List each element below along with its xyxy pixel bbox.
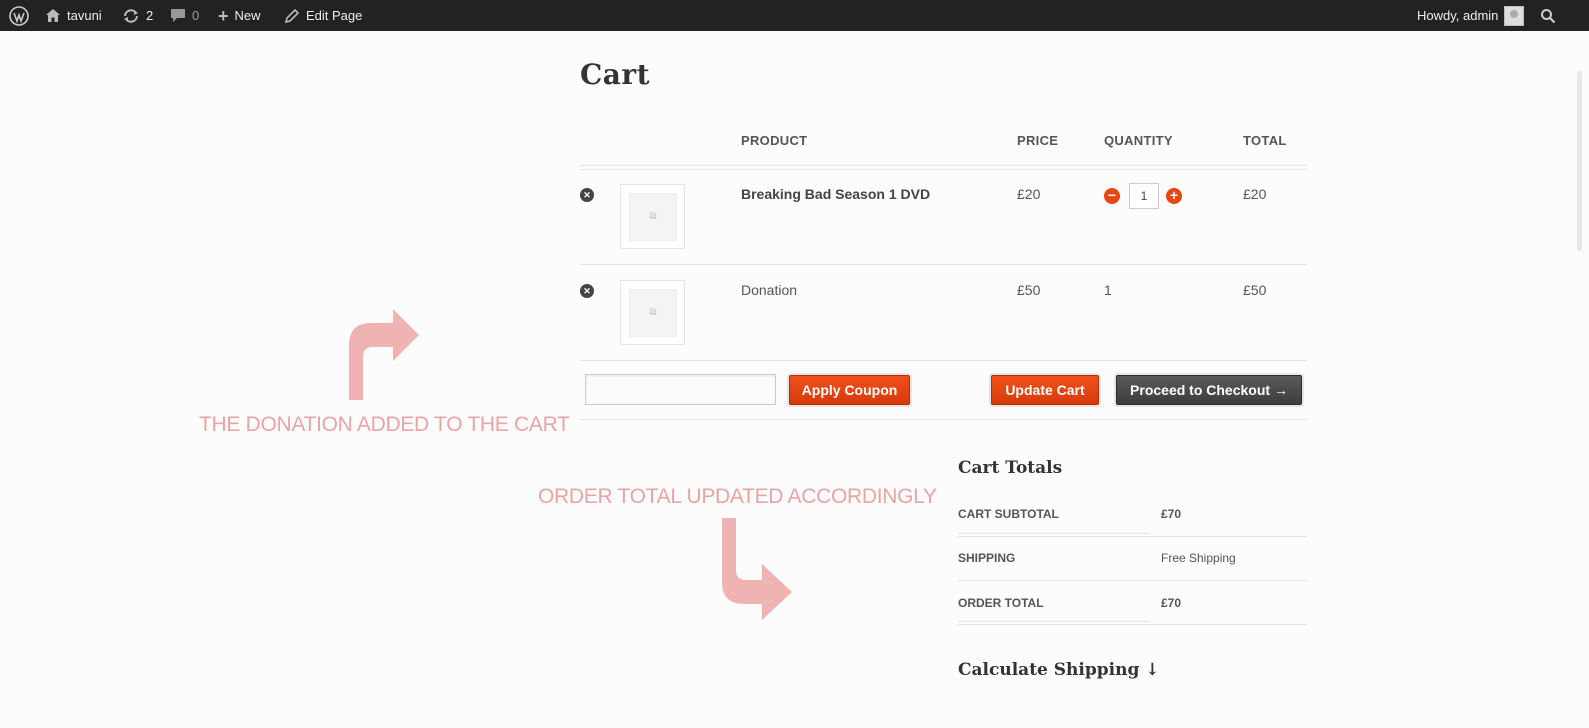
quantity-input[interactable]: 1: [1129, 183, 1159, 209]
home-icon: [45, 8, 61, 23]
admin-bar: tavuni 2 0 + New Edit Page Howdy, admin: [0, 0, 1589, 31]
new-content-link[interactable]: + New: [218, 0, 261, 31]
column-header-product: PRODUCT: [741, 133, 808, 148]
account-menu[interactable]: Howdy, admin: [1417, 0, 1525, 31]
edit-page-label: Edit Page: [306, 8, 363, 23]
divider: [580, 419, 1307, 420]
scrollbar-thumb[interactable]: [1577, 71, 1582, 251]
arrow-up-right-icon: [349, 309, 419, 400]
divider: [958, 536, 1307, 537]
apply-coupon-button[interactable]: Apply Coupon: [789, 375, 910, 405]
totals-value: £70: [1161, 507, 1182, 521]
increase-quantity-button[interactable]: +: [1166, 188, 1182, 204]
site-name-label: tavuni: [67, 8, 102, 23]
divider: [580, 169, 1307, 170]
plus-icon: +: [218, 5, 229, 26]
proceed-to-checkout-button[interactable]: Proceed to Checkout →: [1116, 375, 1302, 405]
updates-link[interactable]: 2: [122, 0, 153, 31]
divider: [580, 264, 1307, 265]
edit-page-link[interactable]: Edit Page: [284, 0, 362, 31]
divider: [958, 624, 1307, 625]
greeting-label: Howdy, admin: [1417, 8, 1499, 23]
arrow-down-right-icon: [722, 518, 792, 620]
calculate-shipping-link[interactable]: Calculate Shipping ↓: [958, 660, 1160, 680]
totals-value: £70: [1161, 596, 1182, 610]
column-header-price: PRICE: [1017, 133, 1059, 148]
remove-item-button[interactable]: ✕: [580, 284, 594, 298]
product-thumbnail[interactable]: ⧉: [620, 280, 685, 345]
page-title: Cart: [580, 58, 651, 91]
image-placeholder-icon: ⧉: [629, 289, 677, 337]
divider: [958, 580, 1307, 581]
site-name-link[interactable]: tavuni: [45, 0, 102, 31]
divider: [958, 533, 1150, 534]
pencil-icon: [284, 8, 300, 24]
new-label: New: [234, 8, 261, 23]
quantity-value: 1: [1104, 282, 1112, 298]
column-header-quantity: QUANTITY: [1104, 133, 1173, 148]
totals-label: CART SUBTOTAL: [958, 507, 1059, 521]
comments-link[interactable]: 0: [170, 0, 199, 31]
divider: [580, 165, 1307, 166]
comment-icon: [170, 8, 186, 23]
price-cell: £50: [1017, 282, 1041, 298]
updates-count: 2: [146, 8, 154, 23]
remove-item-button[interactable]: ✕: [580, 188, 594, 202]
comments-count: 0: [192, 8, 200, 23]
coupon-code-input[interactable]: [585, 374, 776, 405]
product-thumbnail[interactable]: ⧉: [620, 184, 685, 249]
update-cart-button[interactable]: Update Cart: [991, 375, 1099, 405]
cart-totals-title: Cart Totals: [958, 458, 1063, 478]
totals-label: SHIPPING: [958, 551, 1016, 565]
product-name-link[interactable]: Breaking Bad Season 1 DVD: [741, 186, 930, 202]
total-cell: £50: [1243, 282, 1267, 298]
annotation-order-total: ORDER TOTAL UPDATED ACCORDINGLY: [538, 485, 937, 508]
refresh-icon: [122, 8, 140, 24]
divider: [580, 360, 1307, 361]
decrease-quantity-button[interactable]: −: [1104, 188, 1120, 204]
search-icon[interactable]: [1540, 0, 1556, 31]
image-placeholder-icon: ⧉: [629, 193, 677, 241]
product-name-link[interactable]: Donation: [741, 282, 797, 298]
price-cell: £20: [1017, 186, 1041, 202]
totals-label: ORDER TOTAL: [958, 596, 1044, 610]
totals-value: Free Shipping: [1161, 551, 1236, 565]
column-header-total: TOTAL: [1243, 133, 1287, 148]
divider: [958, 621, 1150, 622]
total-cell: £20: [1243, 186, 1267, 202]
scrollbar[interactable]: [1567, 31, 1589, 728]
annotation-donation-added: THE DONATION ADDED TO THE CART: [199, 413, 570, 436]
wordpress-logo-icon[interactable]: [9, 0, 29, 31]
avatar: [1504, 5, 1525, 26]
